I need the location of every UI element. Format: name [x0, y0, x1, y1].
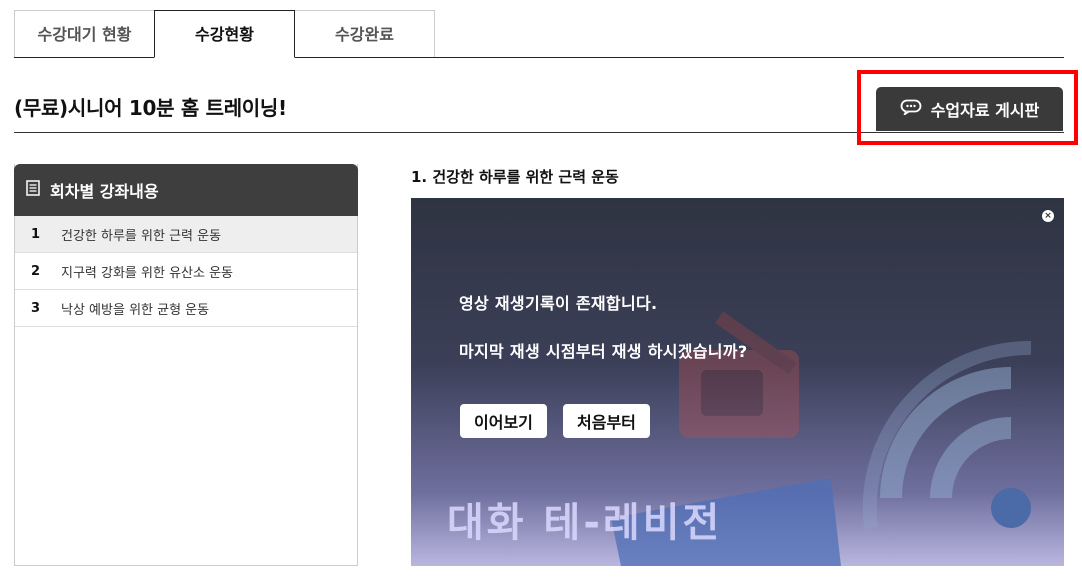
- board-button-label: 수업자료 게시판: [930, 101, 1040, 120]
- tab-waiting[interactable]: 수강대기 현황: [14, 10, 155, 57]
- title-divider: [14, 132, 1064, 133]
- tv-logo-text: 대화 테-레비전: [447, 500, 723, 546]
- lesson-title: 1. 건강한 하루를 위한 근력 운동: [411, 168, 619, 186]
- list-item-number: 1: [31, 226, 41, 242]
- chat-bubble-icon: [900, 99, 922, 119]
- document-list-icon: [26, 180, 40, 200]
- course-title: (무료)시니어 10분 홈 트레이닝!: [14, 96, 287, 120]
- list-item-number: 3: [31, 300, 41, 316]
- class-materials-board-button[interactable]: 수업자료 게시판: [876, 87, 1063, 131]
- list-item[interactable]: 2 지구력 강화를 위한 유산소 운동: [15, 253, 357, 290]
- close-icon[interactable]: ×: [1042, 210, 1054, 222]
- list-item[interactable]: 1 건강한 하루를 위한 근력 운동: [15, 216, 357, 253]
- resume-message-line1: 영상 재생기록이 존재합니다.: [459, 294, 658, 313]
- list-item-label: 지구력 강화를 위한 유산소 운동: [61, 265, 234, 281]
- tab-in-progress[interactable]: 수강현황: [154, 10, 295, 58]
- video-player[interactable]: 대화 테-레비전 × 영상 재생기록이 존재합니다. 마지막 재생 시점부터 재…: [411, 198, 1064, 566]
- list-item[interactable]: 3 낙상 예방을 위한 균형 운동: [15, 290, 357, 327]
- tab-bar: 수강대기 현황 수강현황 수강완료: [14, 10, 1064, 58]
- lecture-list: 1 건강한 하루를 위한 근력 운동 2 지구력 강화를 위한 유산소 운동 3…: [15, 216, 357, 327]
- restart-button[interactable]: 처음부터: [563, 404, 650, 438]
- list-item-label: 건강한 하루를 위한 근력 운동: [61, 228, 222, 244]
- lecture-list-header: 회차별 강좌내용: [14, 164, 358, 216]
- resume-message-line2: 마지막 재생 시점부터 재생 하시겠습니까?: [459, 342, 748, 361]
- list-item-number: 2: [31, 263, 41, 279]
- list-item-label: 낙상 예방을 위한 균형 운동: [61, 302, 210, 318]
- resume-button[interactable]: 이어보기: [460, 404, 547, 438]
- lecture-list-title: 회차별 강좌내용: [50, 182, 159, 201]
- tab-completed[interactable]: 수강완료: [294, 10, 435, 57]
